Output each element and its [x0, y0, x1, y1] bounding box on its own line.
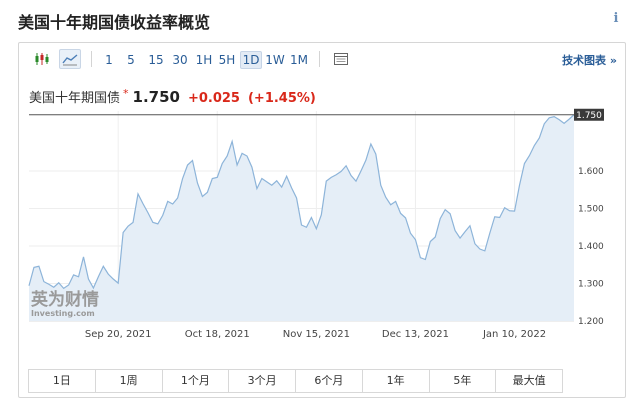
y-tick-label: 1.200 — [578, 317, 604, 327]
info-icon[interactable]: i — [606, 9, 626, 29]
range-1d[interactable]: 1日 — [29, 370, 96, 392]
brand-watermark: 英为财情 Investing.com — [31, 289, 99, 318]
toolbar-divider — [91, 51, 92, 67]
x-axis-ticks: Sep 20, 2021 Oct 18, 2021 Nov 15, 2021 Dec … — [85, 329, 546, 340]
price-change: +0.025 — [187, 91, 240, 106]
last-price: 1.750 — [132, 88, 180, 106]
range-1y[interactable]: 1年 — [362, 370, 430, 392]
range-1w[interactable]: 1周 — [95, 370, 163, 392]
range-1m[interactable]: 1个月 — [162, 370, 230, 392]
range-3m[interactable]: 3个月 — [229, 370, 296, 392]
x-tick-label: Dec 13, 2021 — [382, 329, 449, 340]
x-tick-label: Nov 15, 2021 — [283, 329, 350, 340]
page-title: 美国十年期国债收益率概览 — [18, 13, 211, 32]
period-1h[interactable]: 1H — [193, 51, 215, 69]
candlestick-icon[interactable] — [31, 49, 53, 69]
y-tick-label: 1.300 — [578, 280, 604, 290]
table-icon[interactable] — [330, 49, 352, 69]
price-change-percent: (+1.45%) — [247, 91, 316, 106]
brand-watermark-text: 英为财情 — [31, 289, 99, 310]
period-5[interactable]: 5 — [123, 51, 139, 69]
y-tick-label: 1.500 — [578, 205, 604, 215]
delayed-star: * — [123, 87, 129, 100]
y-tick-label: 1.400 — [578, 242, 604, 252]
x-tick-label: Jan 10, 2022 — [482, 329, 546, 340]
period-1w[interactable]: 1W — [263, 51, 287, 69]
period-1d[interactable]: 1D — [240, 51, 262, 69]
chart-toolbar: 1 5 15 30 1H 5H 1D 1W 1M 技术图表 » — [19, 43, 625, 75]
chart-widget: 1 5 15 30 1H 5H 1D 1W 1M 技术图表 » 美国十年期国债 *… — [18, 42, 626, 398]
range-max[interactable]: 最大值 — [496, 370, 562, 392]
current-price-tag-label: 1.750 — [576, 111, 602, 121]
x-tick-label: Oct 18, 2021 — [185, 329, 250, 340]
range-6m[interactable]: 6个月 — [296, 370, 363, 392]
range-5y[interactable]: 5年 — [429, 370, 497, 392]
time-range-selector: 1日 1周 1个月 3个月 6个月 1年 5年 最大值 — [28, 369, 563, 393]
period-15[interactable]: 15 — [145, 51, 167, 69]
brand-watermark-site: Investing.com — [31, 309, 95, 318]
period-5h[interactable]: 5H — [216, 51, 238, 69]
advanced-chart-link[interactable]: 技术图表 » — [562, 52, 617, 68]
y-axis-ticks: 1.200 1.300 1.400 1.500 1.600 — [578, 167, 604, 327]
y-tick-label: 1.600 — [578, 167, 604, 177]
yield-chart[interactable]: 英为财情 Investing.com 1.750 1.200 1.300 1.400… — [19, 107, 625, 365]
period-30[interactable]: 30 — [169, 51, 191, 69]
instrument-name: 美国十年期国债 — [29, 91, 121, 106]
area-chart-icon[interactable] — [59, 49, 81, 69]
chart-area-fill — [29, 114, 574, 321]
quote-header: 美国十年期国债 * 1.750 +0.025 (+1.45%) — [29, 87, 316, 106]
toolbar-divider — [319, 51, 320, 67]
period-1[interactable]: 1 — [101, 51, 117, 69]
x-tick-label: Sep 20, 2021 — [85, 329, 152, 340]
period-1m[interactable]: 1M — [287, 51, 311, 69]
